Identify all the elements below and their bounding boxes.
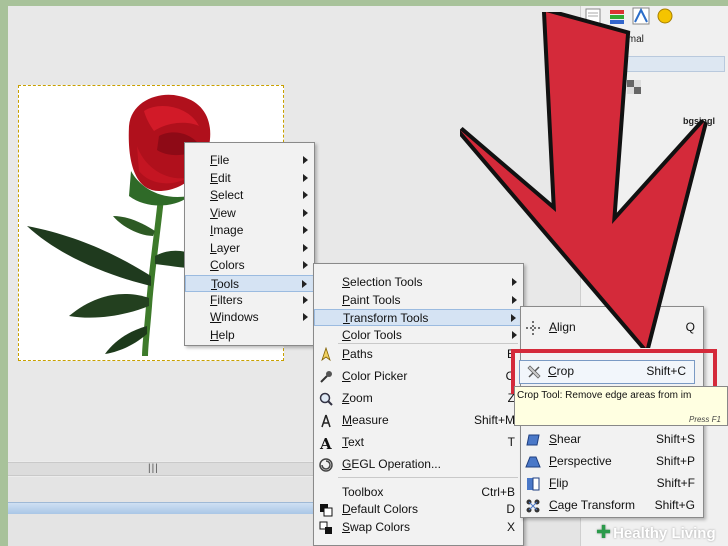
swap-colors-tool-icon: [318, 520, 334, 536]
measure-tool-icon: [318, 413, 334, 429]
transform-menu-item-label: Flip: [549, 476, 569, 490]
tools-menu-item-swap-colors[interactable]: Swap Colors X: [314, 519, 523, 536]
tools-menu-item-label: Default Colors: [342, 502, 419, 516]
tools-menu-item-default-colors[interactable]: Default Colors D: [314, 501, 523, 518]
tools-menu-item-label: Paint Tools: [342, 293, 401, 307]
tooltip-hint: Press F1: [688, 415, 721, 424]
main-menu-item-select[interactable]: Select: [185, 187, 314, 204]
screenshot-frame: ||| de: Normal acity: [0, 0, 728, 546]
flip-tool-icon: [525, 476, 541, 492]
submenu-arrow-icon: [303, 226, 308, 234]
tools-menu-item-shortcut: T: [507, 435, 515, 449]
transform-menu-item-flip[interactable]: Flip Shift+F: [521, 475, 703, 492]
main-menu-item-layer[interactable]: Layer: [185, 240, 314, 257]
tools-menu-item-measure[interactable]: Measure Shift+M: [314, 412, 523, 429]
main-menu-item-label: Windows: [210, 310, 259, 324]
red-arrow-pointer-icon: [460, 12, 708, 348]
submenu-arrow-icon: [303, 209, 308, 217]
transform-menu-item-shortcut: Shift+S: [655, 432, 695, 446]
main-menu-item-label: Image: [210, 223, 244, 237]
main-menu-item-label: View: [210, 206, 236, 220]
tools-menu-item-paths[interactable]: Paths B: [314, 346, 523, 363]
tools-menu-item-shortcut: Shift+M: [473, 413, 515, 427]
tools-menu-item-gegl-operation[interactable]: GEGL Operation...: [314, 456, 523, 473]
transform-menu-item-shortcut: Shift+G: [654, 498, 695, 512]
scrollbar-grip-icon[interactable]: |||: [148, 463, 159, 474]
tools-menu-item-zoom[interactable]: Zoom Z: [314, 390, 523, 407]
crop-tooltip: Crop Tool: Remove edge areas from im Pre…: [514, 386, 728, 426]
transform-menu-item-label: Perspective: [549, 454, 612, 468]
main-menu-item-colors[interactable]: Colors: [185, 257, 314, 274]
main-menu-item-filters[interactable]: Filters: [185, 292, 314, 309]
submenu-arrow-icon: [303, 191, 308, 199]
tools-menu-item-label: Selection Tools: [342, 275, 423, 289]
tools-menu-item-label: Swap Colors: [342, 520, 411, 534]
tooltip-text: Crop Tool: Remove edge areas from im: [517, 390, 692, 401]
main-menu-item-label: Help: [210, 328, 235, 342]
tools-menu-item-color-picker[interactable]: Color Picker O: [314, 368, 523, 385]
main-menu-item-help[interactable]: Help: [185, 327, 314, 344]
perspective-tool-icon: [525, 454, 541, 470]
shear-tool-icon: [525, 432, 541, 448]
transform-menu-item-shortcut: Shift+F: [656, 476, 695, 490]
default-colors-tool-icon: [318, 502, 334, 518]
color-picker-tool-icon: [318, 369, 334, 385]
tools-menu-item-label: Paths: [342, 347, 373, 361]
main-menu-item-label: Colors: [210, 258, 245, 272]
tools-menu-item-label: Transform Tools: [343, 311, 429, 325]
main-menu-item-file[interactable]: File: [185, 152, 314, 169]
main-menu-item-label: Tools: [211, 277, 240, 291]
submenu-arrow-icon: [302, 280, 307, 288]
tools-menu-item-toolbox[interactable]: Toolbox Ctrl+B: [314, 484, 523, 501]
main-menu-item-label: Layer: [210, 241, 241, 255]
cage-transform-tool-icon: [525, 498, 541, 514]
tools-menu-item-shortcut: Ctrl+B: [481, 485, 515, 499]
brand-watermark: ✚ Healthy Living: [596, 522, 716, 542]
tools-menu-item-shortcut: D: [506, 502, 515, 516]
submenu-arrow-icon: [303, 261, 308, 269]
submenu-arrow-icon: [303, 313, 308, 321]
tools-menu-item-shortcut: X: [506, 520, 515, 534]
submenu-arrow-icon: [303, 174, 308, 182]
svg-text:A: A: [319, 435, 332, 451]
health-plus-icon: ✚: [596, 522, 612, 542]
submenu-arrow-icon: [303, 244, 308, 252]
transform-menu-item-label: Cage Transform: [549, 498, 636, 512]
submenu-arrow-icon: [303, 156, 308, 164]
tools-menu-item-text[interactable]: A Text T: [314, 434, 523, 453]
zoom-tool-icon: [318, 391, 334, 407]
transform-menu-item-label: Shear: [549, 432, 582, 446]
tools-menu-item-label: Measure: [342, 413, 389, 427]
main-menu-item-label: File: [210, 153, 230, 167]
tools-menu-item-label: Toolbox: [342, 485, 384, 499]
transform-menu-item-perspective[interactable]: Perspective Shift+P: [521, 453, 703, 470]
main-menu-item-tools[interactable]: Tools: [185, 275, 314, 292]
tools-menu-item-label: Text: [342, 435, 365, 449]
main-menu-item-edit[interactable]: Edit: [185, 170, 314, 187]
main-menu-item-label: Select: [210, 188, 244, 202]
paths-tool-icon: [318, 346, 334, 363]
menu-separator: [338, 477, 518, 478]
tools-menu-item-label: Color Picker: [342, 369, 408, 383]
main-menu-item-image[interactable]: Image: [185, 222, 314, 239]
main-menu-item-label: Edit: [210, 171, 231, 185]
main-menu-item-windows[interactable]: Windows: [185, 309, 314, 326]
transform-menu-item-cage-transform[interactable]: Cage Transform Shift+G: [521, 497, 703, 514]
main-menu-item-view[interactable]: View: [185, 205, 314, 222]
transform-menu-item-shortcut: Shift+P: [655, 454, 695, 468]
submenu-arrow-icon: [303, 296, 308, 304]
tools-menu-item-label: GEGL Operation...: [342, 457, 441, 471]
transform-menu-item-shear[interactable]: Shear Shift+S: [521, 431, 703, 448]
image-context-menu: File Edit Select View Image Layer Colors Tools F…: [184, 142, 315, 346]
tools-menu-item-label: Color Tools: [342, 328, 402, 342]
gegl-operation-tool-icon: [318, 457, 334, 473]
main-menu-item-label: Filters: [210, 293, 243, 307]
text-tool-icon: A: [318, 435, 334, 453]
tools-menu-item-label: Zoom: [342, 391, 373, 405]
